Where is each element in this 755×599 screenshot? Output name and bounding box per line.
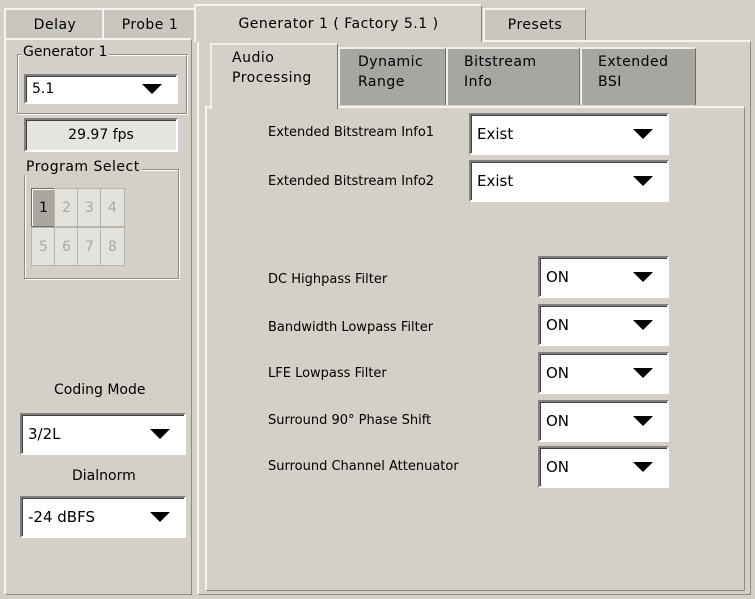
program-button-7[interactable]: 7 <box>77 227 102 266</box>
chevron-down-icon <box>633 272 653 282</box>
ebi1-select[interactable]: Exist <box>469 113 669 155</box>
tab-delay[interactable]: Delay <box>4 8 105 40</box>
program-select-legend: Program Select <box>24 159 142 175</box>
program-button-6[interactable]: 6 <box>54 227 79 266</box>
program-button-1[interactable]: 1 <box>31 188 56 227</box>
subtab-line1: Bitstream <box>464 54 537 70</box>
tab-label: Generator 1 ( Factory 5.1 ) <box>238 16 439 32</box>
program-button-label: 4 <box>108 199 117 216</box>
program-button-label: 6 <box>62 238 71 255</box>
ebi2-label: Extended Bitstream Info2 <box>268 174 435 189</box>
chevron-down-icon <box>633 462 653 472</box>
subtab-line1: Audio <box>232 50 275 66</box>
fps-value: 29.97 fps <box>68 127 134 143</box>
fps-display: 29.97 fps <box>24 118 178 152</box>
lfe-lowpass-label: LFE Lowpass Filter <box>268 366 387 381</box>
surround-atten-value: ON <box>546 458 570 476</box>
subtab-extended-bsi[interactable]: Extended BSI <box>580 47 696 105</box>
lfe-lowpass-value: ON <box>546 364 570 382</box>
chevron-down-icon <box>633 368 653 378</box>
subtab-line2: Processing <box>232 70 312 86</box>
subtab-line1: Extended <box>598 54 669 70</box>
ebi2-select[interactable]: Exist <box>469 160 669 202</box>
ebi1-label: Extended Bitstream Info1 <box>268 125 435 140</box>
tab-label: Probe 1 <box>121 17 179 33</box>
coding-mode-value: 3/2L <box>28 425 61 443</box>
program-button-label: 8 <box>108 238 117 255</box>
bw-lowpass-value: ON <box>546 316 570 334</box>
subtab-bitstream-info[interactable]: Bitstream Info <box>446 47 580 105</box>
ebi2-value: Exist <box>477 172 514 190</box>
coding-mode-label: Coding Mode <box>54 382 146 398</box>
program-button-label: 5 <box>39 238 48 255</box>
program-button-4[interactable]: 4 <box>100 188 125 227</box>
chevron-down-icon <box>142 84 162 94</box>
tab-probe-1[interactable]: Probe 1 <box>102 8 197 40</box>
chevron-down-icon <box>633 176 653 186</box>
program-button-label: 3 <box>85 199 94 216</box>
dialnorm-value: -24 dBFS <box>28 508 95 526</box>
subtab-dynamic-range[interactable]: Dynamic Range <box>338 47 446 105</box>
subtab-audio-processing[interactable]: Audio Processing <box>210 43 338 109</box>
tab-label: Presets <box>507 17 563 33</box>
program-button-8[interactable]: 8 <box>100 227 125 266</box>
program-button-label: 7 <box>85 238 94 255</box>
tab-label: Delay <box>33 17 77 33</box>
subtab-line1: Dynamic <box>358 54 424 70</box>
dc-highpass-value: ON <box>546 268 570 286</box>
chevron-down-icon <box>633 129 653 139</box>
surround-phase-label: Surround 90° Phase Shift <box>268 413 432 428</box>
generator-select-value: 5.1 <box>32 81 55 97</box>
program-button-label: 2 <box>62 199 71 216</box>
dc-highpass-label: DC Highpass Filter <box>268 272 388 287</box>
tab-presets[interactable]: Presets <box>483 8 586 40</box>
dc-highpass-select[interactable]: ON <box>538 256 669 298</box>
surround-phase-value: ON <box>546 412 570 430</box>
dialnorm-label: Dialnorm <box>72 468 136 484</box>
chevron-down-icon <box>633 320 653 330</box>
subtab-line2: Range <box>358 74 405 90</box>
bw-lowpass-select[interactable]: ON <box>538 304 669 346</box>
bw-lowpass-label: Bandwidth Lowpass Filter <box>268 320 434 335</box>
surround-atten-select[interactable]: ON <box>538 446 669 488</box>
chevron-down-icon <box>633 416 653 426</box>
tab-generator-1[interactable]: Generator 1 ( Factory 5.1 ) <box>194 4 482 42</box>
chevron-down-icon <box>150 429 170 439</box>
program-button-label: 1 <box>39 199 48 216</box>
dialnorm-select[interactable]: -24 dBFS <box>20 496 186 538</box>
chevron-down-icon <box>150 512 170 522</box>
lfe-lowpass-select[interactable]: ON <box>538 352 669 394</box>
program-button-2[interactable]: 2 <box>54 188 79 227</box>
generator-select[interactable]: 5.1 <box>24 74 178 104</box>
surround-atten-label: Surround Channel Attenuator <box>268 459 459 474</box>
subtab-line2: Info <box>464 74 493 90</box>
program-button-3[interactable]: 3 <box>77 188 102 227</box>
program-button-5[interactable]: 5 <box>31 227 56 266</box>
surround-phase-select[interactable]: ON <box>538 400 669 442</box>
subtab-line2: BSI <box>598 74 622 90</box>
ebi1-value: Exist <box>477 125 514 143</box>
coding-mode-select[interactable]: 3/2L <box>20 413 186 455</box>
generator-legend: Generator 1 <box>21 44 110 60</box>
